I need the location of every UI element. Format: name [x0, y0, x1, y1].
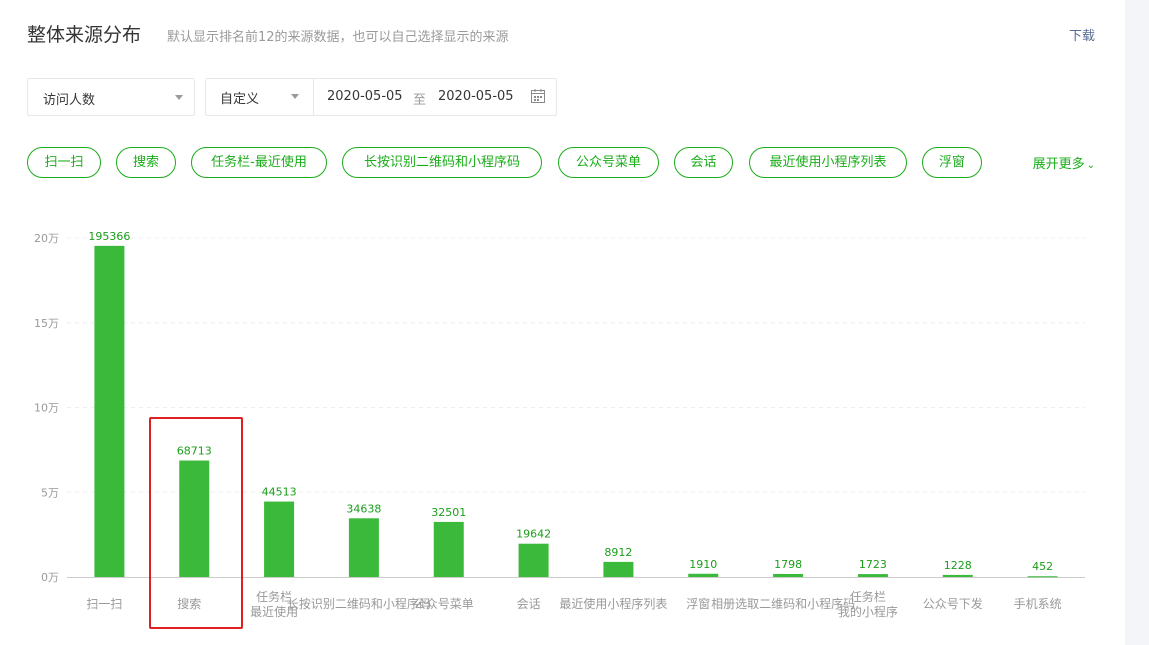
date-separator: 至 — [413, 93, 427, 108]
y-tick-label: 15万 — [34, 317, 59, 330]
y-tick-label: 5万 — [41, 486, 59, 499]
y-tick-label: 0万 — [41, 571, 59, 584]
chevron-down-icon — [291, 94, 299, 99]
x-tick-label: 扫一扫 — [86, 597, 122, 611]
scrollbar-track[interactable] — [1125, 0, 1149, 645]
x-tick-label: 公众号下发 — [923, 596, 983, 611]
metric-select[interactable]: 访问人数 — [27, 78, 195, 116]
page-subtitle: 默认显示排名前12的来源数据，也可以自己选择显示的来源 — [167, 30, 509, 45]
chip-recent-miniprogram[interactable]: 最近使用小程序列表 — [749, 147, 907, 178]
chip-scan[interactable]: 扫一扫 — [27, 147, 101, 178]
data-label: 19642 — [516, 528, 551, 541]
source-bar-chart: 0万 5万 10万 15万 20万 195366 扫一扫 68713 搜索 44513 任务栏 最近使… — [34, 230, 1085, 619]
data-label: 8912 — [604, 546, 632, 559]
bar — [773, 573, 804, 577]
chip-long-press-qr[interactable]: 长按识别二维码和小程序码 — [342, 147, 542, 178]
range-type-select[interactable]: 自定义 — [205, 78, 313, 116]
data-label: 1910 — [689, 558, 717, 571]
bar — [1027, 576, 1058, 578]
bar — [518, 543, 549, 577]
data-label: 68713 — [177, 445, 212, 458]
double-chevron-down-icon: ⌄ — [1086, 160, 1095, 171]
metric-select-value: 访问人数 — [43, 93, 96, 108]
data-label: 1228 — [944, 559, 972, 572]
bar — [94, 245, 125, 578]
chip-official-menu[interactable]: 公众号菜单 — [558, 147, 659, 178]
bar — [433, 521, 464, 577]
bar — [688, 573, 719, 577]
bar — [264, 501, 295, 577]
x-tick-label: 相册选取二维码和小程序码 — [711, 596, 855, 611]
x-tick-label: 任务栏 — [850, 589, 886, 604]
download-link[interactable]: 下载 — [1069, 25, 1095, 44]
data-label: 195366 — [88, 230, 130, 243]
data-label: 452 — [1032, 560, 1053, 573]
expand-more-button[interactable]: 展开更多 ⌄ — [1033, 153, 1095, 172]
date-end-input[interactable]: 2020-05-05 — [438, 89, 514, 104]
bar — [179, 460, 210, 577]
chip-conversation[interactable]: 会话 — [674, 147, 733, 178]
bar — [942, 574, 973, 577]
y-tick-label: 20万 — [34, 232, 59, 245]
divider — [313, 79, 314, 115]
source-chip-list: 扫一扫 搜索 任务栏-最近使用 长按识别二维码和小程序码 公众号菜单 会话 最近… — [27, 147, 1095, 179]
data-label: 34638 — [346, 502, 381, 515]
expand-more-label: 展开更多 — [1032, 157, 1085, 172]
x-tick-label: 浮窗 — [686, 597, 710, 611]
x-tick-label: 长按识别二维码和小程序码 — [287, 596, 431, 611]
x-tick-label: 最近使用小程序列表 — [559, 596, 667, 611]
bar — [857, 574, 888, 577]
data-label: 32501 — [431, 506, 466, 519]
chip-search[interactable]: 搜索 — [116, 147, 176, 178]
chevron-down-icon — [175, 95, 183, 100]
x-tick-label: 公众号菜单 — [414, 597, 474, 611]
page-title: 整体来源分布 — [27, 24, 142, 46]
data-label: 1723 — [859, 558, 887, 571]
range-type-value: 自定义 — [220, 92, 260, 107]
x-tick-label: 我的小程序 — [838, 604, 898, 619]
x-tick-label: 搜索 — [177, 596, 201, 611]
bar — [603, 561, 634, 577]
y-tick-label: 10万 — [34, 402, 59, 415]
chip-float-window[interactable]: 浮窗 — [922, 147, 982, 178]
calendar-icon[interactable] — [530, 88, 546, 104]
data-label: 1798 — [774, 558, 802, 571]
bar — [348, 518, 379, 577]
section-header: 整体来源分布 默认显示排名前12的来源数据，也可以自己选择显示的来源 下载 — [27, 20, 1095, 48]
date-start-input[interactable]: 2020-05-05 — [327, 89, 403, 104]
date-range-picker: 自定义 2020-05-05 至 2020-05-05 — [205, 78, 557, 116]
data-label: 44513 — [262, 486, 297, 499]
chip-taskbar-recent[interactable]: 任务栏-最近使用 — [191, 147, 327, 178]
x-tick-label: 手机系统 — [1014, 597, 1062, 611]
x-tick-label: 会话 — [517, 597, 541, 611]
